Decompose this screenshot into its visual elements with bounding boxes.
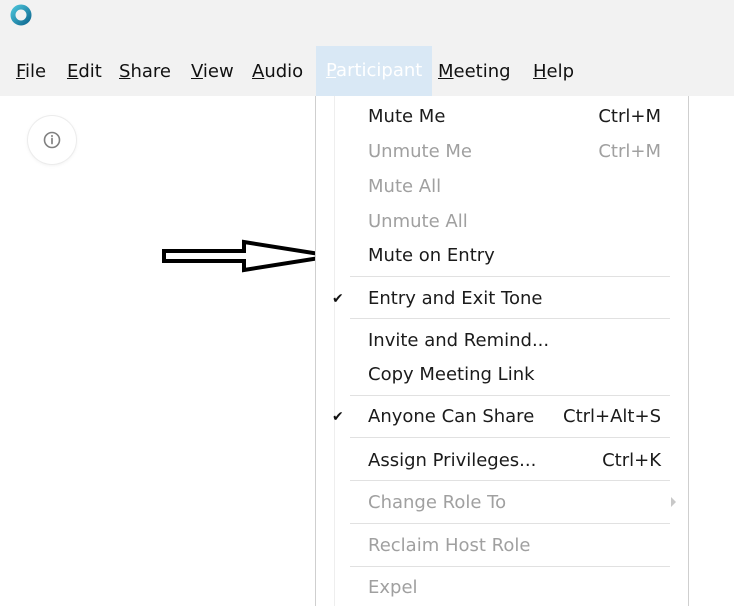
menu-row-mute-me[interactable]: Mute Me Ctrl+M xyxy=(316,100,688,134)
menu-row-shortcut: Ctrl+M xyxy=(598,106,661,127)
menu-row-label: Mute Me xyxy=(368,106,446,127)
menu-row-invite-remind[interactable]: Invite and Remind... xyxy=(316,324,688,358)
participant-dropdown: Mute Me Ctrl+M Unmute Me Ctrl+M Mute All… xyxy=(315,96,689,606)
menu-row-label: Anyone Can Share xyxy=(368,406,535,427)
menu-row-label: Mute on Entry xyxy=(368,245,495,266)
info-button[interactable] xyxy=(28,116,76,164)
menu-row-label: Reclaim Host Role xyxy=(368,535,531,556)
menu-help[interactable]: Help xyxy=(533,61,574,83)
menu-audio[interactable]: Audio xyxy=(252,61,303,83)
menu-file-label: File xyxy=(16,61,47,82)
menu-edit[interactable]: Edit xyxy=(67,61,102,83)
menu-share-label: Share xyxy=(119,61,171,82)
menu-view[interactable]: View xyxy=(191,61,234,83)
submenu-arrow-icon xyxy=(671,497,676,507)
menu-audio-label: Audio xyxy=(252,61,304,82)
menu-file[interactable]: File xyxy=(16,61,46,83)
menu-separator xyxy=(350,276,670,277)
menu-help-label: Help xyxy=(533,61,575,82)
menu-meeting-label: Meeting xyxy=(438,61,511,82)
menu-row-label: Invite and Remind... xyxy=(368,330,550,351)
menu-row-change-role[interactable]: Change Role To xyxy=(316,486,688,520)
annotation-arrow-icon xyxy=(162,239,333,273)
menu-participant[interactable]: Participant xyxy=(316,46,433,96)
menu-row-anyone-can-share[interactable]: ✔ Anyone Can Share Ctrl+Alt+S xyxy=(316,400,688,434)
menu-row-assign-privileges[interactable]: Assign Privileges... Ctrl+K xyxy=(316,444,688,478)
menu-view-label: View xyxy=(191,61,234,82)
menu-row-entry-exit-tone[interactable]: ✔ Entry and Exit Tone xyxy=(316,282,688,316)
menu-row-label: Copy Meeting Link xyxy=(368,364,535,385)
checkmark-icon: ✔ xyxy=(332,409,344,425)
menu-row-unmute-me[interactable]: Unmute Me Ctrl+M xyxy=(316,135,688,169)
menu-row-reclaim-host-role[interactable]: Reclaim Host Role xyxy=(316,529,688,563)
menu-separator xyxy=(350,437,670,438)
menu-row-label: Mute All xyxy=(368,176,442,197)
app-logo-icon xyxy=(10,4,32,26)
menu-edit-label: Edit xyxy=(67,61,102,82)
menu-separator xyxy=(350,318,670,319)
menu-row-label: Change Role To xyxy=(368,492,507,513)
menu-row-unmute-all[interactable]: Unmute All xyxy=(316,205,688,239)
menu-row-copy-meeting-link[interactable]: Copy Meeting Link xyxy=(316,358,688,392)
menu-separator xyxy=(350,480,670,481)
menu-row-shortcut: Ctrl+K xyxy=(602,450,661,471)
menu-row-label: Entry and Exit Tone xyxy=(368,288,543,309)
info-icon xyxy=(43,131,61,149)
menu-row-expel[interactable]: Expel xyxy=(316,571,688,605)
checkmark-icon: ✔ xyxy=(332,291,344,307)
menu-row-mute-all[interactable]: Mute All xyxy=(316,170,688,204)
menu-row-mute-on-entry[interactable]: Mute on Entry xyxy=(316,239,688,273)
menu-row-shortcut: Ctrl+M xyxy=(598,141,661,162)
menu-separator xyxy=(350,523,670,524)
menu-row-shortcut: Ctrl+Alt+S xyxy=(563,406,661,427)
menu-meeting[interactable]: Meeting xyxy=(438,61,511,83)
menu-separator xyxy=(350,395,670,396)
menu-share[interactable]: Share xyxy=(119,61,171,83)
menu-row-label: Expel xyxy=(368,577,418,598)
menu-row-label: Assign Privileges... xyxy=(368,450,537,471)
menu-separator xyxy=(350,566,670,567)
menu-row-label: Unmute Me xyxy=(368,141,472,162)
menu-participant-label: Participant xyxy=(326,60,423,81)
menu-bar: File Edit Share View Audio Participant M… xyxy=(0,46,734,96)
menu-row-label: Unmute All xyxy=(368,211,468,232)
